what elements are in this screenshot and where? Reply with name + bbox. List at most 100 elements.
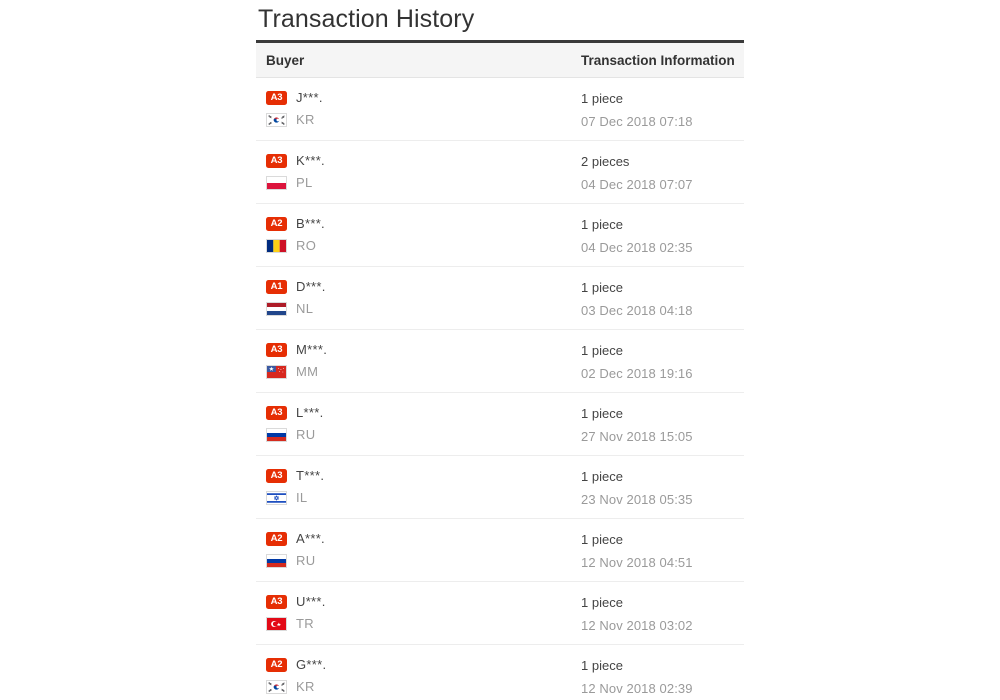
transaction-datetime: 04 Dec 2018 07:07 <box>581 177 693 192</box>
buyer-level-badge: A3 <box>266 594 287 609</box>
buyer-identity-line: A3 L***. <box>266 402 578 423</box>
buyer-identity-line: A3 T***. <box>266 465 578 486</box>
transaction-information-cell: 1 piece 04 Dec 2018 02:35 <box>578 204 744 258</box>
buyer-level-badge: A2 <box>266 531 287 546</box>
transaction-datetime: 12 Nov 2018 03:02 <box>581 618 693 633</box>
transaction-datetime: 27 Nov 2018 15:05 <box>581 429 693 444</box>
transaction-quantity: 2 pieces <box>581 154 630 169</box>
transaction-history-page: Transaction History Buyer Transaction In… <box>0 0 1000 700</box>
buyer-cell: A3 J***. KR <box>256 78 578 130</box>
buyer-identity-line: A3 M***. <box>266 339 578 360</box>
table-row[interactable]: A3 M***. MM 1 piece 02 Dec 2018 19:16 <box>256 330 744 393</box>
buyer-cell: A3 U***. TR <box>256 582 578 634</box>
country-code: RU <box>296 427 316 442</box>
buyer-name: B***. <box>296 216 325 231</box>
transaction-quantity: 1 piece <box>581 91 623 106</box>
transaction-datetime: 02 Dec 2018 19:16 <box>581 366 693 381</box>
table-row[interactable]: A3 J***. KR 1 piece 07 Dec 2018 07:18 <box>256 78 744 141</box>
buyer-name: K***. <box>296 153 325 168</box>
transaction-quantity: 1 piece <box>581 595 623 610</box>
table-row[interactable]: A3 T***. IL 1 piece 23 Nov 2018 05:35 <box>256 456 744 519</box>
transaction-quantity: 1 piece <box>581 658 623 673</box>
buyer-identity-line: A3 K***. <box>266 150 578 171</box>
buyer-level-badge: A1 <box>266 279 287 294</box>
transaction-information-cell: 1 piece 12 Nov 2018 03:02 <box>578 582 744 636</box>
buyer-cell: A2 A***. RU <box>256 519 578 571</box>
buyer-country-line: KR <box>266 109 578 130</box>
table-row[interactable]: A1 D***. NL 1 piece 03 Dec 2018 04:18 <box>256 267 744 330</box>
transaction-information-cell: 1 piece 12 Nov 2018 02:39 <box>578 645 744 699</box>
tr-flag-icon <box>266 616 287 631</box>
buyer-cell: A3 K***. PL <box>256 141 578 193</box>
transaction-datetime: 12 Nov 2018 04:51 <box>581 555 693 570</box>
il-flag-icon <box>266 490 287 505</box>
buyer-name: T***. <box>296 468 325 483</box>
transaction-information-cell: 1 piece 23 Nov 2018 05:35 <box>578 456 744 510</box>
mm-flag-icon <box>266 364 287 379</box>
table-row[interactable]: A3 K***. PL 2 pieces 04 Dec 2018 07:07 <box>256 141 744 204</box>
transaction-quantity: 1 piece <box>581 406 623 421</box>
buyer-name: A***. <box>296 531 325 546</box>
column-header-transaction-information: Transaction Information <box>581 52 735 68</box>
table-row[interactable]: A2 A***. RU 1 piece 12 Nov 2018 04:51 <box>256 519 744 582</box>
transaction-information-cell: 1 piece 27 Nov 2018 15:05 <box>578 393 744 447</box>
transaction-information-cell: 1 piece 12 Nov 2018 04:51 <box>578 519 744 573</box>
buyer-level-badge: A3 <box>266 90 287 105</box>
transaction-information-cell: 1 piece 07 Dec 2018 07:18 <box>578 78 744 132</box>
country-code: IL <box>296 490 308 505</box>
country-code: RO <box>296 238 317 253</box>
buyer-level-badge: A3 <box>266 405 287 420</box>
buyer-identity-line: A1 D***. <box>266 276 578 297</box>
table-body: A3 J***. KR 1 piece 07 Dec 2018 07:18 A3… <box>256 78 744 700</box>
transaction-datetime: 12 Nov 2018 02:39 <box>581 681 693 696</box>
transaction-information-cell: 2 pieces 04 Dec 2018 07:07 <box>578 141 744 195</box>
buyer-cell: A3 M***. MM <box>256 330 578 382</box>
buyer-level-badge: A3 <box>266 342 287 357</box>
table-row[interactable]: A3 U***. TR 1 piece 12 Nov 2018 03:02 <box>256 582 744 645</box>
buyer-name: G***. <box>296 657 327 672</box>
transaction-quantity: 1 piece <box>581 280 623 295</box>
buyer-country-line: RU <box>266 424 578 445</box>
transaction-datetime: 07 Dec 2018 07:18 <box>581 114 693 129</box>
column-header-buyer: Buyer <box>266 52 305 68</box>
buyer-cell: A1 D***. NL <box>256 267 578 319</box>
ru-flag-icon <box>266 427 287 442</box>
ro-flag-icon <box>266 238 287 253</box>
buyer-identity-line: A3 J***. <box>266 87 578 108</box>
buyer-country-line: PL <box>266 172 578 193</box>
buyer-level-badge: A2 <box>266 657 287 672</box>
buyer-country-line: KR <box>266 676 578 697</box>
transaction-information-cell: 1 piece 02 Dec 2018 19:16 <box>578 330 744 384</box>
table-row[interactable]: A3 L***. RU 1 piece 27 Nov 2018 15:05 <box>256 393 744 456</box>
buyer-name: D***. <box>296 279 326 294</box>
kr-flag-icon <box>266 112 287 127</box>
table-row[interactable]: A2 G***. KR 1 piece 12 Nov 2018 02:39 <box>256 645 744 700</box>
transaction-datetime: 23 Nov 2018 05:35 <box>581 492 693 507</box>
country-code: RU <box>296 553 316 568</box>
buyer-level-badge: A2 <box>266 216 287 231</box>
nl-flag-icon <box>266 301 287 316</box>
transaction-quantity: 1 piece <box>581 532 623 547</box>
buyer-country-line: RO <box>266 235 578 256</box>
buyer-country-line: TR <box>266 613 578 634</box>
buyer-name: L***. <box>296 405 324 420</box>
transaction-quantity: 1 piece <box>581 343 623 358</box>
table-header-row: Buyer Transaction Information <box>256 43 744 78</box>
transaction-history-table: Buyer Transaction Information A3 J***. K… <box>256 40 744 700</box>
country-code: NL <box>296 301 314 316</box>
buyer-cell: A3 L***. RU <box>256 393 578 445</box>
buyer-identity-line: A3 U***. <box>266 591 578 612</box>
transaction-quantity: 1 piece <box>581 217 623 232</box>
country-code: MM <box>296 364 319 379</box>
country-code: TR <box>296 616 314 631</box>
table-row[interactable]: A2 B***. RO 1 piece 04 Dec 2018 02:35 <box>256 204 744 267</box>
page-title: Transaction History <box>258 5 475 33</box>
ru-flag-icon <box>266 553 287 568</box>
buyer-country-line: RU <box>266 550 578 571</box>
buyer-cell: A3 T***. IL <box>256 456 578 508</box>
country-code: KR <box>296 679 315 694</box>
transaction-datetime: 04 Dec 2018 02:35 <box>581 240 693 255</box>
transaction-history-panel: Transaction History Buyer Transaction In… <box>256 0 744 700</box>
buyer-name: M***. <box>296 342 328 357</box>
buyer-country-line: NL <box>266 298 578 319</box>
